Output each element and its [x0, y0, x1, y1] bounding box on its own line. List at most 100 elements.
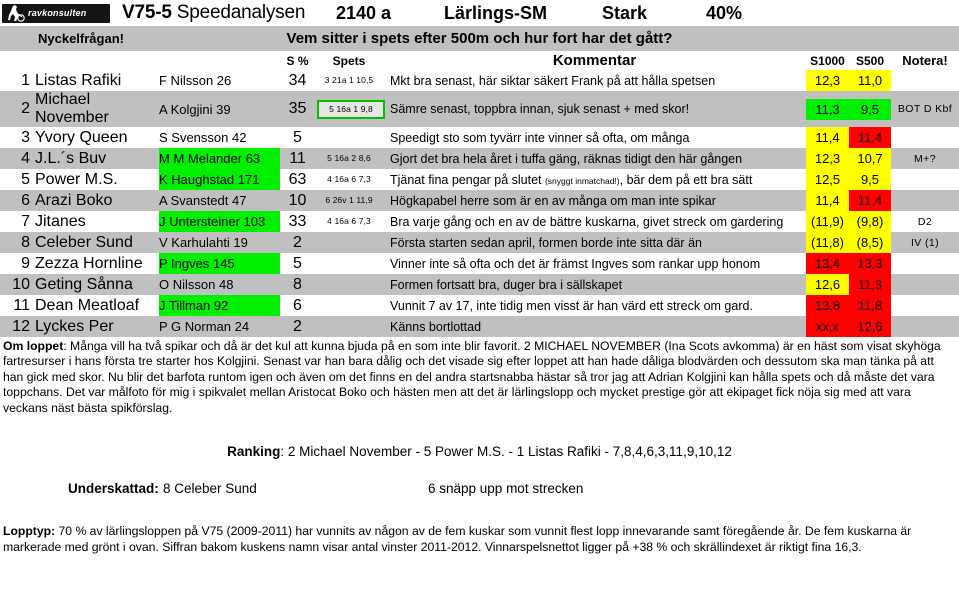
row-s1000-cell: xx,x: [806, 316, 849, 337]
row-comment-text: Gjort det bra hela året i tuffa gäng, rä…: [390, 151, 743, 166]
row-s500-cell: 9,5: [849, 91, 891, 127]
row-comment-cell: Vinner inte så ofta och det är främst In…: [383, 253, 806, 274]
row-s500-value: (9,8): [849, 211, 891, 232]
row-notera: [891, 127, 959, 148]
row-spets-cell: 4 16a 6 7,3: [315, 169, 383, 190]
title-bar: ravkonsulten V75-5 Speedanalysen 2140 a …: [0, 0, 959, 26]
row-driver-cell: K Haughstad 171: [155, 169, 280, 190]
row-spets-value: [315, 127, 383, 148]
row-s500-cell: 11,8: [849, 295, 891, 316]
row-horse-name: Celeber Sund: [35, 233, 133, 251]
row-spets-percent: 5: [293, 254, 302, 272]
row-driver-cell: V Karhulahti 19: [155, 232, 280, 253]
row-start-number: 8: [21, 233, 30, 251]
table-row: 11 Dean Meatloaf J Tillman 92 6 Vunnit 7 av …: [0, 295, 959, 316]
row-horse-name: J.L.´s Buv: [35, 149, 107, 167]
row-s500-cell: 10,7: [849, 148, 891, 169]
row-spets-percent: 63: [288, 170, 307, 188]
row-driver-cell: A Svanstedt 47: [155, 190, 280, 211]
row-horse-name: Dean Meatloaf: [35, 296, 140, 314]
row-s500-cell: 9,5: [849, 169, 891, 190]
row-notera: BOT D Kbf: [897, 103, 953, 115]
row-s500-value: (8,5): [849, 232, 891, 253]
row-comment-cell: Mkt bra senast, här siktar säkert Frank …: [383, 70, 806, 91]
row-driver-cell: A Kolgjini 39: [155, 91, 280, 127]
row-spets-value: [315, 295, 383, 316]
row-spets-percent: 11: [289, 149, 306, 167]
about-race-paragraph: Om loppet: Många vill ha två spikar och …: [0, 337, 959, 416]
table-row: 2 Michael November A Kolgjini 39 35 5 16a 1 …: [0, 91, 959, 127]
row-driver-cell: P G Norman 24: [155, 316, 280, 337]
row-spets-value: 5 16a 1 9,8: [317, 99, 385, 119]
row-horse-name: Zezza Hornline: [35, 254, 143, 272]
col-driver: [155, 51, 280, 70]
row-spets-value: 4 16a 6 7,3: [327, 216, 371, 226]
row-s500-cell: 11,0: [849, 70, 891, 91]
row-spets-value: [315, 253, 383, 274]
table-row: 4 J.L.´s Buv M M Melander 63 11 5 16a 2 8,6 G…: [0, 148, 959, 169]
row-s500-value: 11,3: [849, 274, 891, 295]
row-s500-cell: (9,8): [849, 211, 891, 232]
row-comment-text: Formen fortsatt bra, duger bra i sällska…: [390, 277, 623, 292]
row-start-number: 4: [21, 149, 30, 167]
row-spets-percent: 2: [293, 233, 302, 251]
col-s1000: S1000: [806, 51, 849, 70]
row-s1000-cell: 11,3: [806, 91, 849, 127]
row-notera: [891, 295, 959, 316]
about-race-text: : Många vill ha två spikar och då är det…: [3, 339, 941, 415]
row-driver-name: A Svanstedt 47: [159, 193, 247, 208]
row-driver-name: S Svensson 42: [159, 130, 247, 145]
row-start-number: 2: [21, 100, 30, 117]
row-s500-cell: 13,3: [849, 253, 891, 274]
row-s1000-value: 11,3: [806, 98, 849, 120]
row-spets-cell: [315, 232, 383, 253]
row-spets-percent: 10: [288, 191, 307, 209]
racetype-label: Lopptyp:: [3, 524, 56, 539]
table-row: 9 Zezza Hornline P Ingves 145 5 Vinner inte …: [0, 253, 959, 274]
row-driver-name: J Tillman 92: [159, 295, 280, 316]
logo-wordmark: ravkonsulten: [28, 7, 87, 18]
row-comment-text: Vinner inte så ofta och det är främst In…: [390, 256, 761, 271]
horse-sulky-icon: [8, 4, 25, 22]
row-driver-cell: O Nilsson 48: [155, 274, 280, 295]
row-driver-cell: S Svensson 42: [155, 127, 280, 148]
row-start-number: 12: [12, 317, 30, 335]
row-s1000-cell: 11,4: [806, 190, 849, 211]
row-comment-text: Tjänat fina pengar på slutet (snyggt inm…: [390, 172, 753, 187]
row-notera: [891, 274, 959, 295]
row-comment-text: Första starten sedan april, formen borde…: [390, 235, 702, 250]
row-s1000-value: 12,3: [806, 148, 849, 169]
row-comment-cell: Gjort det bra hela året i tuffa gäng, rä…: [383, 148, 806, 169]
racetype-paragraph: Lopptyp: 70 % av lärlingsloppen på V75 (…: [0, 523, 959, 555]
row-driver-cell: J Tillman 92: [155, 295, 280, 316]
row-s1000-cell: 13,8: [806, 295, 849, 316]
row-s1000-value: 12,6: [806, 274, 849, 295]
underrated-line: Underskattad: 8 Celeber Sund 6 snäpp upp…: [0, 481, 959, 501]
row-start-number: 10: [12, 275, 30, 293]
row-spets-value: 6 26v 1 11,9: [325, 195, 373, 205]
row-start-number: 5: [21, 170, 30, 188]
row-s500-value: 11,8: [849, 295, 891, 316]
row-s1000-cell: 12,3: [806, 148, 849, 169]
row-spets-value: 3 21a 1 10,5: [324, 75, 374, 85]
about-race-label: Om loppet: [3, 339, 64, 353]
table-row: 1 Listas Rafiki F Nilsson 26 34 3 21a 1 10,5…: [0, 70, 959, 91]
row-comment-text: Känns bortlottad: [390, 319, 482, 334]
row-spets-cell: [315, 127, 383, 148]
row-spets-percent: 35: [288, 100, 307, 117]
row-s500-value: 13,3: [849, 253, 891, 274]
horse-analysis-table: S % Spets Kommentar S1000 S500 Notera! 1…: [0, 51, 959, 337]
row-s500-cell: (8,5): [849, 232, 891, 253]
col-spets-percent: S %: [280, 51, 315, 70]
row-start-number: 3: [21, 128, 30, 146]
row-comment-text: Bra varje gång och en av de bättre kuska…: [390, 214, 784, 229]
col-spets: Spets: [315, 51, 383, 70]
col-notera: Notera!: [891, 51, 959, 70]
row-s1000-cell: 13,4: [806, 253, 849, 274]
table-row: 8 Celeber Sund V Karhulahti 19 2 Första star…: [0, 232, 959, 253]
row-horse-name: Arazi Boko: [35, 191, 113, 209]
row-spets-value: 5 16a 2 8,6: [327, 153, 371, 163]
row-s1000-value: (11,8): [806, 232, 849, 253]
table-body: 1 Listas Rafiki F Nilsson 26 34 3 21a 1 10,5…: [0, 70, 959, 337]
row-driver-name: F Nilsson 26: [159, 73, 232, 88]
